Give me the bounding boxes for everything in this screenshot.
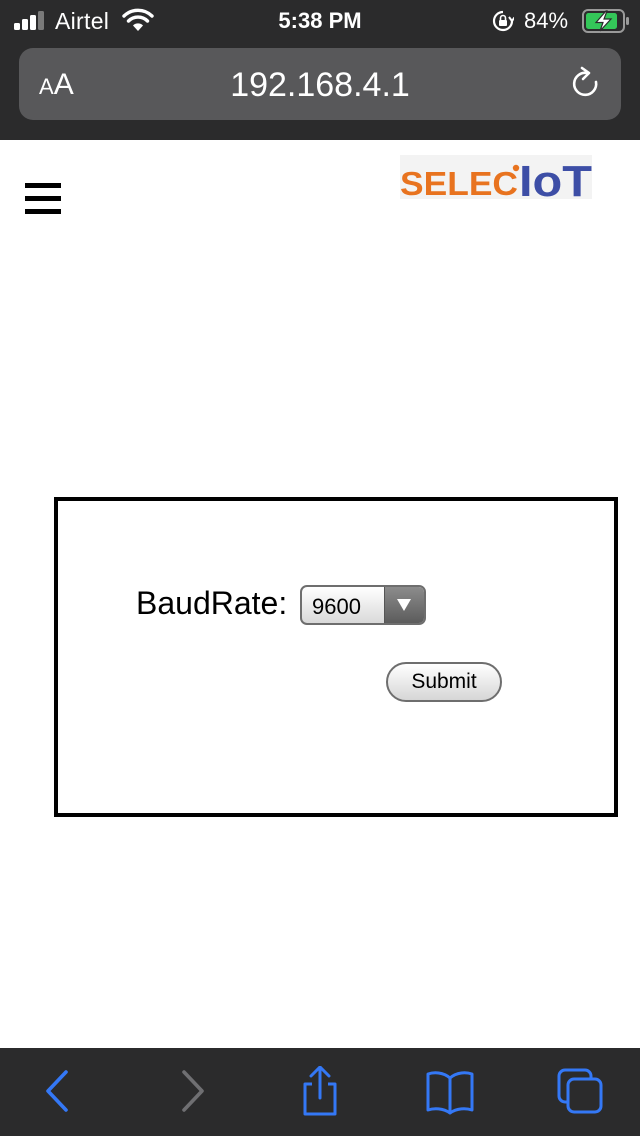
baudrate-form: BaudRate: 9600 Submit <box>54 497 618 817</box>
reload-icon[interactable] <box>569 66 603 102</box>
tabs-icon[interactable] <box>556 1066 604 1116</box>
share-icon[interactable] <box>296 1066 344 1116</box>
browser-toolbar <box>0 1048 640 1136</box>
chevron-down-icon <box>397 599 411 611</box>
selec-iot-logo: SELEC IoT <box>400 155 592 199</box>
baudrate-label: BaudRate: <box>136 585 288 621</box>
battery-charging-icon <box>582 9 629 33</box>
rotation-lock-icon <box>492 10 514 32</box>
hamburger-menu-icon[interactable] <box>25 183 61 215</box>
address-bar[interactable]: AA 192.168.4.1 <box>19 48 621 120</box>
forward-icon[interactable] <box>168 1066 216 1116</box>
svg-text:SELEC: SELEC <box>400 165 518 199</box>
baudrate-select[interactable]: 9600 <box>300 585 426 625</box>
browser-top-chrome: Airtel 5:38 PM 84% AA 192.168.4.1 <box>0 0 640 140</box>
select-arrow-button[interactable] <box>384 587 424 623</box>
svg-text:IoT: IoT <box>519 157 592 199</box>
battery-percent: 84% <box>524 8 569 33</box>
baudrate-select-value: 9600 <box>312 594 361 619</box>
status-bar: Airtel 5:38 PM 84% <box>0 0 640 42</box>
submit-button[interactable]: Submit <box>386 662 502 702</box>
bookmarks-icon[interactable] <box>426 1066 474 1116</box>
back-icon[interactable] <box>34 1066 82 1116</box>
url-text[interactable]: 192.168.4.1 <box>19 66 621 105</box>
